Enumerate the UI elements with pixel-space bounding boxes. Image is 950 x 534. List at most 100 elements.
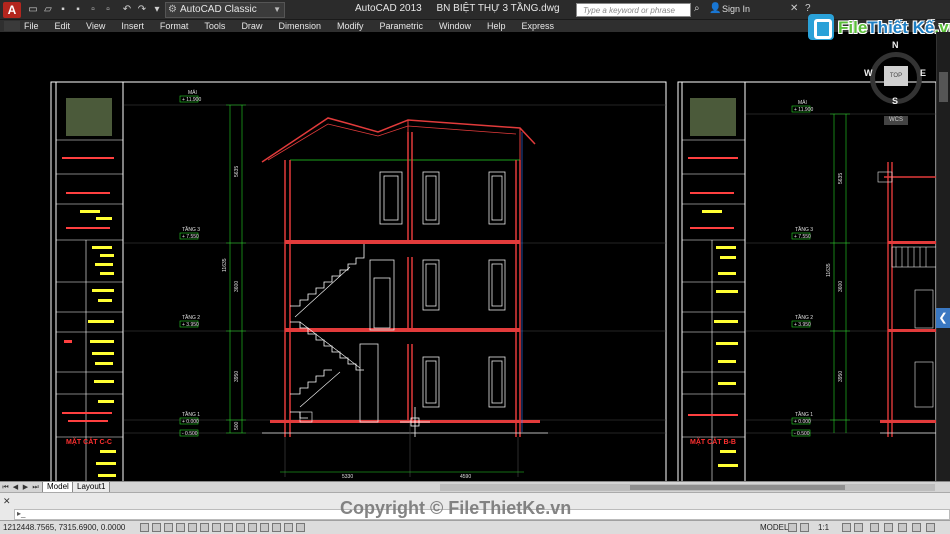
menu-format[interactable]: Format <box>160 21 189 31</box>
horizontal-scrollbar[interactable] <box>440 484 935 491</box>
menu-parametric[interactable]: Parametric <box>380 21 424 31</box>
object-snap-icon[interactable] <box>200 523 209 532</box>
menu-dimension[interactable]: Dimension <box>278 21 321 31</box>
viewcube-top-face[interactable]: TOP <box>884 66 908 86</box>
selection-cycling-icon[interactable] <box>296 523 305 532</box>
snap-mode-icon[interactable] <box>152 523 161 532</box>
menu-help[interactable]: Help <box>487 21 506 31</box>
window-title: AutoCAD 2013 BN BIỆT THỰ 3 TẦNG.dwg <box>355 3 572 14</box>
wcs-menu[interactable]: WCS <box>884 116 908 125</box>
svg-text:+ 0.000: + 0.000 <box>794 419 811 425</box>
polar-tracking-icon[interactable] <box>188 523 197 532</box>
compass-north[interactable]: N <box>892 40 899 50</box>
lineweight-icon[interactable] <box>260 523 269 532</box>
model-space-toggle[interactable]: MODEL <box>760 523 788 532</box>
vertical-scrollbar[interactable] <box>936 32 950 481</box>
svg-text:5635: 5635 <box>234 166 240 177</box>
workspace-switching-icon[interactable] <box>870 523 879 532</box>
auto-scale-icon[interactable] <box>854 523 863 532</box>
transparency-icon[interactable] <box>272 523 281 532</box>
menu-express[interactable]: Express <box>522 21 555 31</box>
workspace-dropdown[interactable]: ⚙ AutoCAD Classic ▼ <box>165 2 285 18</box>
svg-text:3950: 3950 <box>234 371 240 382</box>
collapse-panel-icon[interactable]: ❮ <box>936 308 950 328</box>
menu-insert[interactable]: Insert <box>121 21 144 31</box>
compass-west[interactable]: W <box>864 68 873 78</box>
svg-text:3600: 3600 <box>234 281 240 292</box>
autocad-logo-icon[interactable]: A <box>3 2 21 18</box>
grid-display-icon[interactable] <box>164 523 173 532</box>
crosshair-cursor <box>400 407 430 437</box>
qa-dropdown-icon[interactable]: ▾ <box>150 3 164 17</box>
ortho-mode-icon[interactable] <box>176 523 185 532</box>
search-icon[interactable]: ⌕ <box>694 3 700 14</box>
compass-east[interactable]: E <box>920 68 926 78</box>
cad-drawing: MẶT CẮT C-C MẶT CẮT B-B MÁI + 11.900 TẦN… <box>50 81 936 481</box>
svg-text:3950: 3950 <box>838 371 844 382</box>
annotation-visibility-icon[interactable] <box>842 523 851 532</box>
svg-text:- 0.500: - 0.500 <box>182 431 198 437</box>
copyright-watermark: Copyright © FileThietKe.vn <box>340 498 572 518</box>
app-name: AutoCAD 2013 <box>355 3 422 14</box>
quick-properties-icon[interactable] <box>284 523 293 532</box>
isolate-objects-icon[interactable] <box>912 523 921 532</box>
save-as-icon[interactable]: ▪ <box>71 3 85 17</box>
svg-text:- 0.500: - 0.500 <box>794 431 810 437</box>
menu-tools[interactable]: Tools <box>204 21 225 31</box>
vertical-dim-labels-2: 5635 11635 3600 3950 <box>826 173 844 382</box>
dynamic-ucs-icon[interactable] <box>236 523 245 532</box>
drawing-canvas[interactable]: MẶT CẮT C-C MẶT CẮT B-B MÁI + 11.900 TẦN… <box>0 32 936 481</box>
svg-text:+ 7.550: + 7.550 <box>182 234 199 240</box>
dynamic-input-icon[interactable] <box>248 523 257 532</box>
3d-osnap-icon[interactable] <box>212 523 221 532</box>
menu-modify[interactable]: Modify <box>337 21 364 31</box>
command-prompt-icon: ▸_ <box>17 509 26 518</box>
quick-view-layouts-icon[interactable] <box>788 523 797 532</box>
undo-icon[interactable]: ↶ <box>120 3 134 17</box>
sign-in-link[interactable]: Sign In <box>722 4 750 14</box>
hscroll-thumb[interactable] <box>630 485 845 490</box>
viewcube[interactable]: N S W E TOP <box>864 40 928 108</box>
exchange-icon[interactable]: ✕ <box>790 3 798 14</box>
svg-text:11635: 11635 <box>826 263 832 277</box>
cursor-coordinates: 1212448.7565, 7315.6900, 0.0000 <box>3 523 126 532</box>
menu-doc-icon[interactable] <box>4 21 20 31</box>
compass-south[interactable]: S <box>892 96 898 106</box>
svg-text:+ 0.000: + 0.000 <box>182 419 199 425</box>
title-block-2: MẶT CẮT B-B <box>681 81 746 481</box>
menu-view[interactable]: View <box>86 21 105 31</box>
menu-window[interactable]: Window <box>439 21 471 31</box>
menu-file[interactable]: File <box>24 21 39 31</box>
annotation-scale[interactable]: 1:1 <box>818 523 829 532</box>
menu-draw[interactable]: Draw <box>241 21 262 31</box>
svg-text:5635: 5635 <box>838 173 844 184</box>
clean-screen-icon[interactable] <box>926 523 935 532</box>
user-icon: 👤 <box>709 3 722 14</box>
scroll-thumb[interactable] <box>939 72 948 102</box>
save-icon[interactable]: ▪ <box>56 3 70 17</box>
brand-logo: FileThiết Kế.vn <box>808 12 950 42</box>
brand-text: FileThiết Kế.vn <box>838 18 950 38</box>
infer-constraints-icon[interactable] <box>140 523 149 532</box>
workspace-value: AutoCAD Classic <box>180 4 257 15</box>
print-preview-icon[interactable]: ▫ <box>86 3 100 17</box>
chevron-down-icon: ▼ <box>273 5 281 14</box>
redo-icon[interactable]: ↷ <box>135 3 149 17</box>
brand-mark-icon <box>808 14 834 40</box>
object-snap-tracking-icon[interactable] <box>224 523 233 532</box>
quick-view-drawings-icon[interactable] <box>800 523 809 532</box>
new-file-icon[interactable]: ▭ <box>26 3 40 17</box>
print-icon[interactable]: ▫ <box>101 3 115 17</box>
hardware-acceleration-icon[interactable] <box>898 523 907 532</box>
svg-text:+ 3.950: + 3.950 <box>794 322 811 328</box>
level-markers-2: MÁI + 11.900 TẦNG 3 + 7.550 TẦNG 2 + 3.9… <box>791 99 813 437</box>
menu-edit[interactable]: Edit <box>55 21 71 31</box>
close-icon[interactable]: ✕ <box>3 496 11 507</box>
help-search-input[interactable]: Type a keyword or phrase <box>576 3 691 17</box>
svg-text:4590: 4590 <box>460 474 471 480</box>
svg-text:TẦNG 3: TẦNG 3 <box>795 226 813 233</box>
brand-part-1: File <box>838 18 868 37</box>
level-markers-1: MÁI + 11.900 TẦNG 3 + 7.550 TẦNG 2 + 3.9… <box>179 89 201 437</box>
toolbar-lock-icon[interactable] <box>884 523 893 532</box>
open-folder-icon[interactable]: ▱ <box>41 3 55 17</box>
